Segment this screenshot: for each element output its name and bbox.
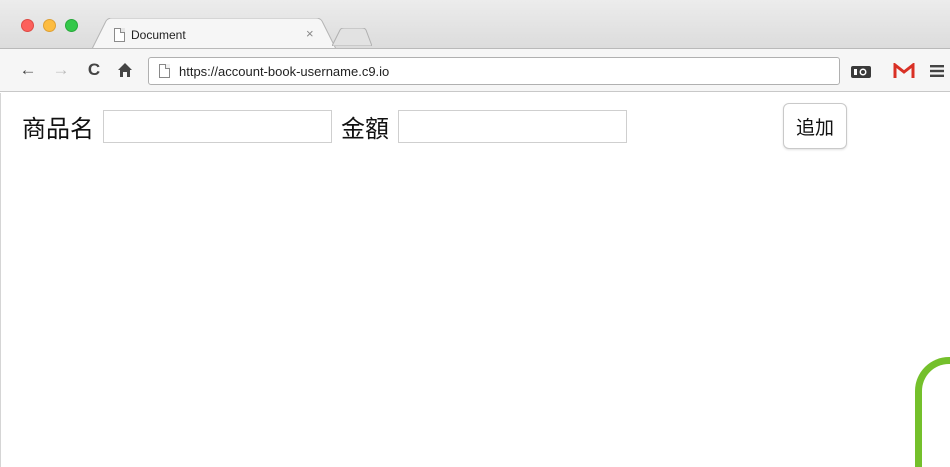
add-button[interactable]: 追加 <box>783 103 847 149</box>
green-corner-shape <box>915 357 950 467</box>
browser-toolbar: ← → C <box>0 48 950 92</box>
window-left-border <box>0 93 1 467</box>
browser-window: Document × ← → C https://account-book-us… <box>0 0 950 467</box>
forward-arrow-icon[interactable]: → <box>51 60 71 80</box>
tab-label-group: Document <box>114 25 186 45</box>
reload-icon[interactable]: C <box>84 60 104 80</box>
gmail-glyph <box>893 63 915 78</box>
new-tab-button[interactable] <box>332 28 372 46</box>
tab-title: Document <box>131 28 186 42</box>
home-glyph <box>118 63 132 77</box>
page-icon <box>159 64 170 78</box>
window-minimize-button[interactable] <box>43 19 56 32</box>
url-input[interactable] <box>179 63 819 79</box>
document-icon <box>114 28 125 42</box>
gmail-icon[interactable] <box>893 61 915 81</box>
window-close-button[interactable] <box>21 19 34 32</box>
menu-icon[interactable] <box>928 61 946 81</box>
amount-input[interactable] <box>398 110 627 143</box>
window-maximize-button[interactable] <box>65 19 78 32</box>
product-name-input[interactable] <box>103 110 332 143</box>
entry-form: 商品名 金額 <box>22 109 636 144</box>
address-bar[interactable] <box>148 57 840 85</box>
camera-glyph <box>851 66 871 78</box>
camera-icon[interactable] <box>850 61 872 81</box>
back-arrow-icon[interactable]: ← <box>18 60 38 80</box>
tab-strip: Document × <box>0 0 950 49</box>
product-name-label: 商品名 <box>22 115 94 143</box>
page-content: 商品名 金額 追加 <box>0 93 950 467</box>
tab-close-icon[interactable]: × <box>306 27 314 41</box>
amount-label: 金額 <box>341 115 389 143</box>
menu-glyph <box>930 65 944 77</box>
home-icon[interactable] <box>115 60 135 80</box>
